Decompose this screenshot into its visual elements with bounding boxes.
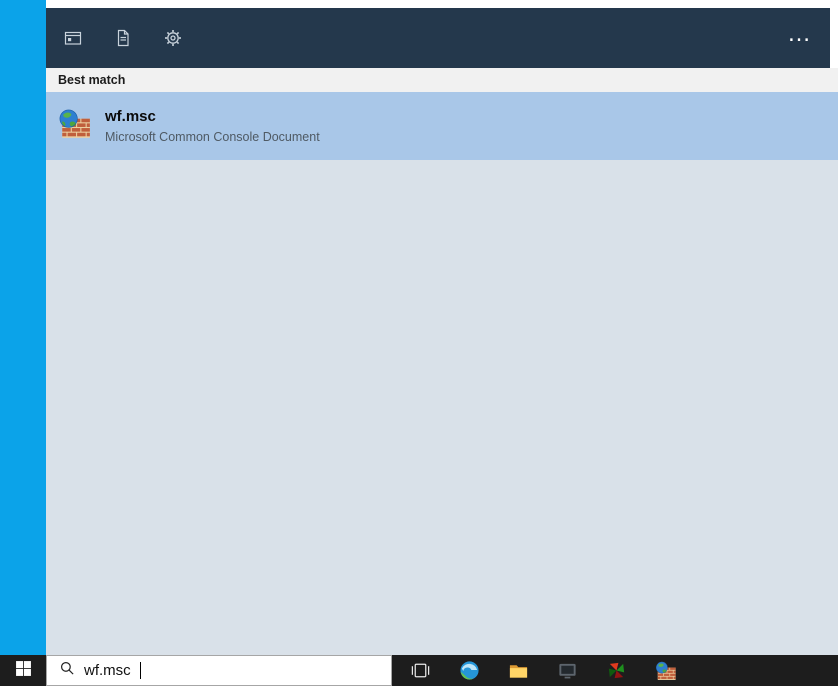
pinwheel-app-icon[interactable]	[592, 655, 641, 686]
results-empty-area	[46, 160, 838, 655]
more-options-button[interactable]: …	[787, 22, 812, 46]
best-match-text: wf.msc Microsoft Common Console Document	[105, 108, 320, 144]
result-subtitle: Microsoft Common Console Document	[105, 130, 320, 144]
console-window-icon[interactable]	[543, 655, 592, 686]
taskbar: wf.msc	[0, 655, 838, 686]
best-match-label: Best match	[58, 73, 126, 87]
search-magnifier-icon	[60, 661, 75, 681]
edge-browser-icon[interactable]	[445, 655, 494, 686]
text-caret	[139, 662, 141, 679]
taskbar-icons	[396, 655, 690, 686]
search-flyout-panel: … Best match wf.msc Microsoft Common Con…	[46, 0, 838, 655]
apps-filter-icon[interactable]	[62, 27, 84, 49]
taskbar-search-input[interactable]: wf.msc	[46, 655, 392, 686]
windows-start-icon	[15, 660, 32, 682]
best-match-section-bar: Best match	[46, 68, 838, 92]
search-input-value: wf.msc	[84, 662, 131, 679]
header-filter-icons	[62, 27, 184, 49]
file-explorer-icon[interactable]	[494, 655, 543, 686]
start-button[interactable]	[0, 655, 46, 686]
documents-filter-icon[interactable]	[112, 27, 134, 49]
best-match-result-row[interactable]: wf.msc Microsoft Common Console Document	[46, 92, 838, 160]
windows-firewall-icon[interactable]	[641, 655, 690, 686]
task-view-icon[interactable]	[396, 655, 445, 686]
result-title: wf.msc	[105, 108, 156, 125]
search-panel-header: …	[46, 8, 830, 68]
windows-firewall-icon	[58, 107, 92, 146]
settings-gear-icon[interactable]	[162, 27, 184, 49]
